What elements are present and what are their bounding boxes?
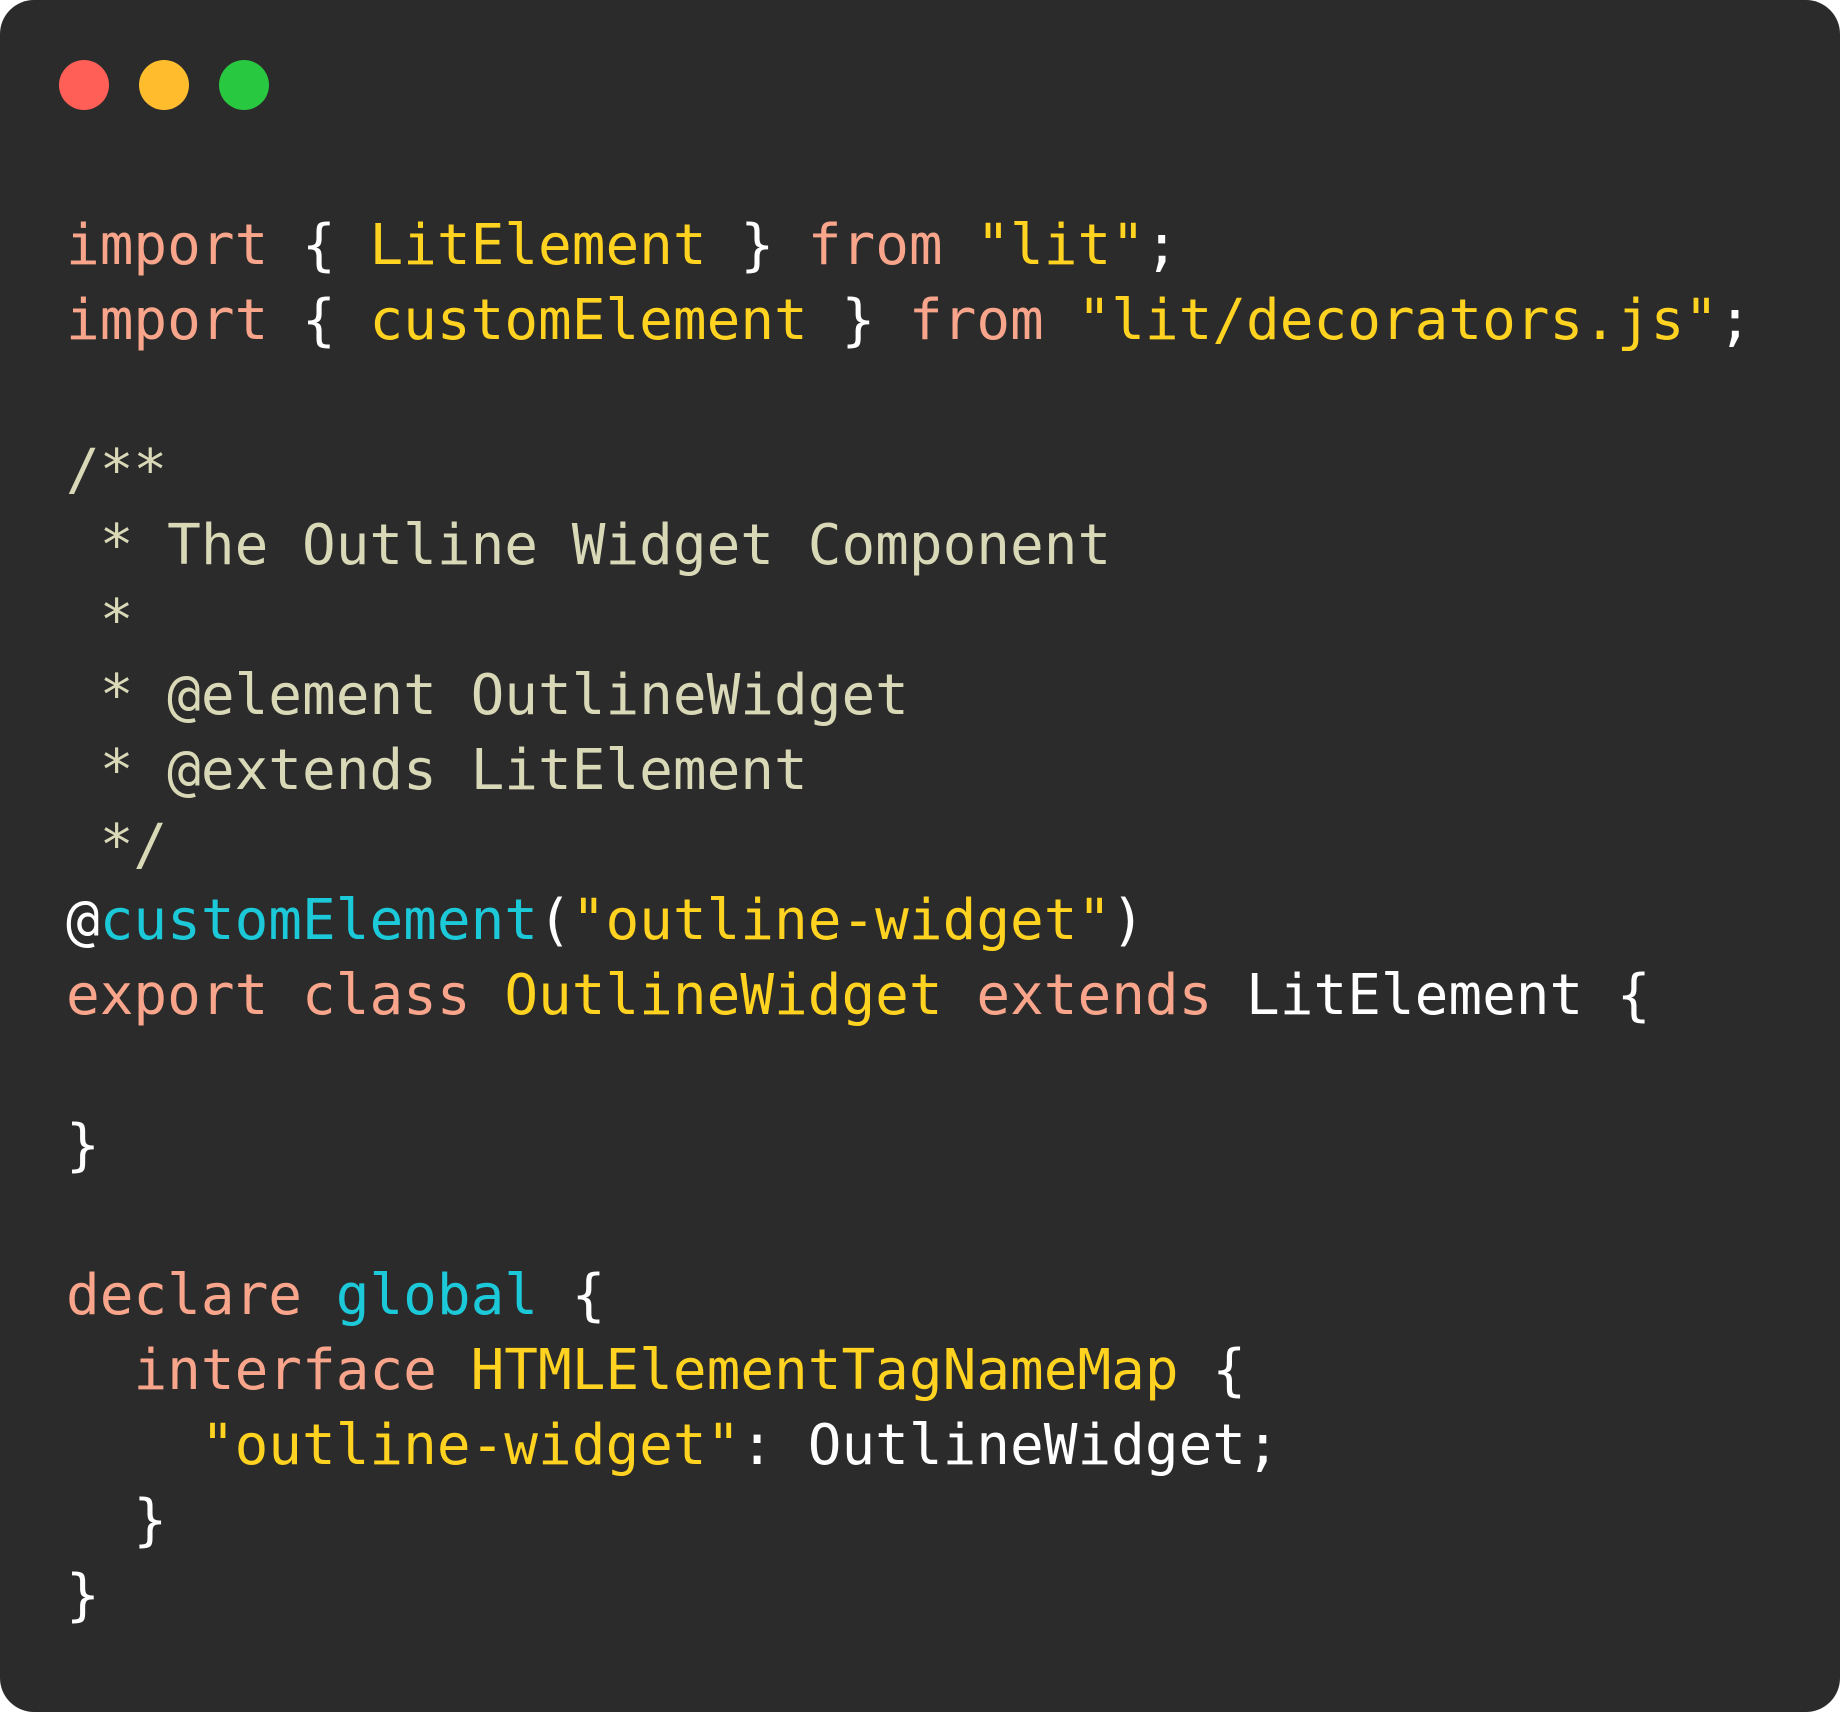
- code-token-identifier: customElement: [369, 288, 808, 353]
- code-token-keyword: interface: [133, 1338, 437, 1403]
- code-token-comment: *: [66, 588, 134, 653]
- code-token-string: "outline-widget": [571, 888, 1112, 953]
- code-token-string: "lit/decorators.js": [1077, 288, 1719, 353]
- code-line: * The Outline Widget Component: [66, 508, 1752, 583]
- code-token-plain: {: [538, 1263, 606, 1328]
- code-token-plain: : OutlineWidget;: [740, 1413, 1280, 1478]
- code-line: export class OutlineWidget extends LitEl…: [66, 958, 1752, 1033]
- code-token-keyword: class: [302, 963, 471, 1028]
- code-line: }: [66, 1558, 1752, 1633]
- code-token-plain: ): [1111, 888, 1145, 953]
- code-token-plain: ;: [1718, 288, 1752, 353]
- code-line: import { LitElement } from "lit";: [66, 208, 1752, 283]
- code-line: import { customElement } from "lit/decor…: [66, 283, 1752, 358]
- code-token-keyword: import: [66, 288, 269, 353]
- code-line: * @extends LitElement: [66, 733, 1752, 808]
- code-token-keyword: export: [66, 963, 269, 1028]
- code-line: @customElement("outline-widget"): [66, 883, 1752, 958]
- code-token-string: "lit": [976, 213, 1145, 278]
- close-button[interactable]: [59, 60, 109, 110]
- code-token-function: global: [335, 1263, 539, 1328]
- code-line: */: [66, 808, 1752, 883]
- code-line: interface HTMLElementTagNameMap {: [66, 1333, 1752, 1408]
- minimize-button[interactable]: [139, 60, 189, 110]
- code-block: import { LitElement } from "lit"; import …: [66, 208, 1752, 1633]
- code-token-plain: {: [268, 288, 370, 353]
- code-line: /**: [66, 433, 1752, 508]
- code-line: declare global {: [66, 1258, 1752, 1333]
- maximize-button[interactable]: [219, 60, 269, 110]
- code-token-plain: }: [706, 213, 808, 278]
- code-token-identifier: HTMLElementTagNameMap: [470, 1338, 1179, 1403]
- code-token-plain: }: [807, 288, 909, 353]
- code-token-identifier: LitElement: [369, 213, 707, 278]
- code-token-keyword: declare: [66, 1263, 303, 1328]
- code-token-comment: * @element OutlineWidget: [66, 663, 909, 728]
- code-token-plain: }: [66, 1113, 100, 1178]
- code-token-plain: }: [66, 1563, 100, 1628]
- code-line: "outline-widget": OutlineWidget;: [66, 1408, 1752, 1483]
- code-token-plain: LitElement {: [1212, 963, 1651, 1028]
- code-line: }: [66, 1483, 1752, 1558]
- code-token-plain: @: [66, 888, 100, 953]
- code-token-function: customElement: [99, 888, 539, 953]
- code-token-plain: }: [66, 1488, 168, 1553]
- code-token-plain: {: [1178, 1338, 1247, 1403]
- code-token-identifier: OutlineWidget: [504, 963, 943, 1028]
- code-token-keyword: from: [908, 288, 1044, 353]
- code-token-keyword: from: [807, 213, 943, 278]
- code-token-plain: {: [268, 213, 370, 278]
- code-line: * @element OutlineWidget: [66, 658, 1752, 733]
- code-token-keyword: extends: [976, 963, 1213, 1028]
- code-token-plain: ;: [1144, 213, 1179, 278]
- code-line: }: [66, 1108, 1752, 1183]
- code-token-keyword: import: [66, 213, 269, 278]
- code-token-comment: * The Outline Widget Component: [66, 513, 1112, 578]
- code-window: import { LitElement } from "lit"; import …: [0, 0, 1840, 1712]
- code-token-comment: /**: [66, 438, 168, 503]
- code-token-comment: */: [66, 813, 168, 878]
- code-token-plain: (: [538, 888, 572, 953]
- code-line: *: [66, 583, 1752, 658]
- code-token-comment: * @extends LitElement: [66, 738, 808, 803]
- code-token-string: "outline-widget": [200, 1413, 741, 1478]
